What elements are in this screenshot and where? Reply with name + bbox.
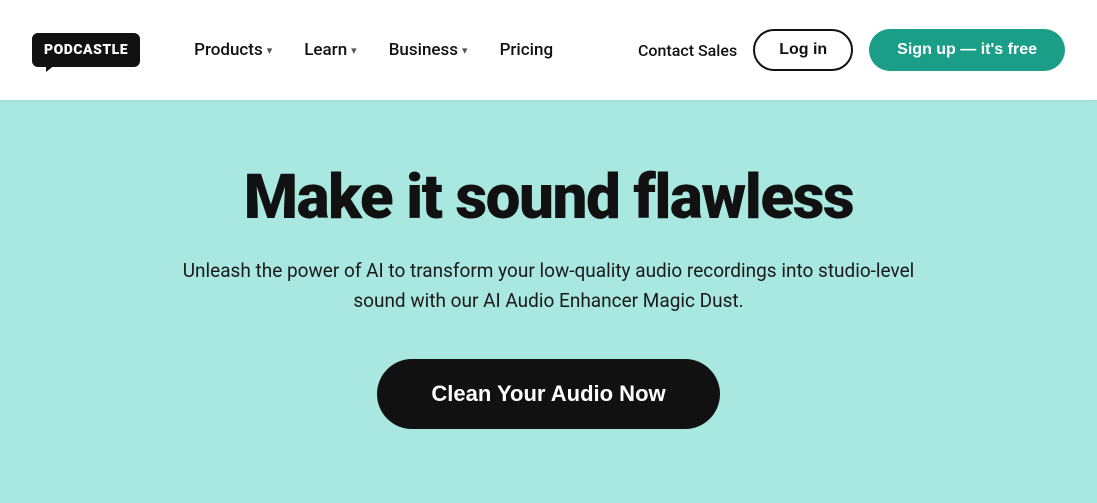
nav-item-products[interactable]: Products ▾ [180,32,286,68]
navbar: PODCASTLE Products ▾ Learn ▾ Business ▾ … [0,0,1097,100]
cta-button[interactable]: Clean Your Audio Now [377,359,719,429]
nav-item-learn[interactable]: Learn ▾ [290,32,370,68]
nav-right: Contact Sales Log in Sign up — it's free [638,29,1065,71]
signup-button[interactable]: Sign up — it's free [869,29,1065,71]
logo[interactable]: PODCASTLE [32,33,140,67]
chevron-down-icon: ▾ [462,44,468,57]
hero-title: Make it sound flawless [244,164,853,232]
contact-sales-link[interactable]: Contact Sales [638,41,737,60]
hero-section: Make it sound flawless Unleash the power… [0,100,1097,503]
logo-text: PODCASTLE [32,33,140,67]
nav-item-pricing[interactable]: Pricing [486,32,568,68]
nav-links: Products ▾ Learn ▾ Business ▾ Pricing [180,32,638,68]
nav-item-business[interactable]: Business ▾ [375,32,482,68]
chevron-down-icon: ▾ [351,44,357,57]
hero-subtitle: Unleash the power of AI to transform you… [169,256,929,315]
chevron-down-icon: ▾ [267,44,273,57]
login-button[interactable]: Log in [753,29,853,71]
